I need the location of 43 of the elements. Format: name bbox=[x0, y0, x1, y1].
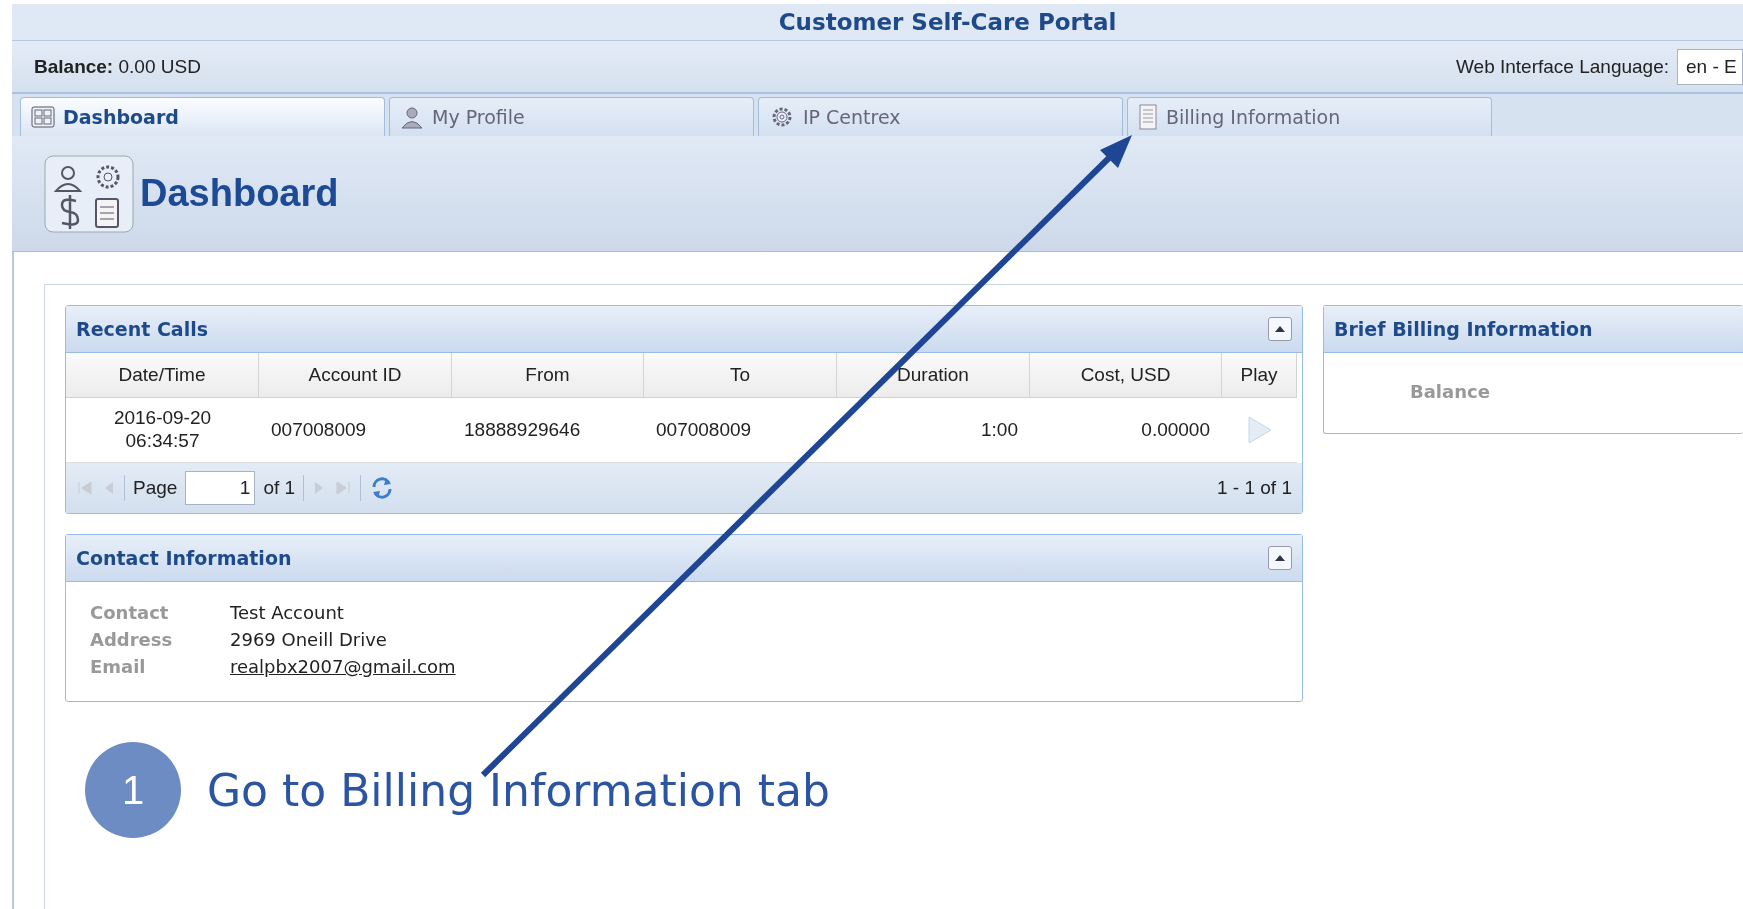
column-header[interactable]: Play bbox=[1222, 353, 1297, 398]
caret-icon bbox=[1275, 326, 1285, 332]
column-header[interactable]: To bbox=[644, 353, 837, 398]
language-label: Web Interface Language: bbox=[1455, 55, 1669, 78]
field-value: Test Account bbox=[230, 602, 345, 623]
grid-icon bbox=[31, 106, 55, 128]
dashboard-icon bbox=[44, 154, 134, 233]
column-header[interactable]: Cost, USD bbox=[1030, 353, 1222, 398]
portal-title: Customer Self-Care Portal bbox=[778, 8, 1117, 37]
field-label: Contact bbox=[90, 602, 170, 623]
step-number: 1 bbox=[85, 742, 181, 838]
tab[interactable]: My Profile bbox=[389, 97, 754, 136]
field-label: Email bbox=[90, 656, 147, 677]
column-header[interactable]: Date/Time bbox=[66, 353, 259, 398]
person-icon bbox=[400, 105, 424, 129]
email-link[interactable]: realpbx2007@gmail.com bbox=[230, 656, 456, 677]
tab[interactable]: IP Centrex bbox=[758, 97, 1123, 136]
caret-icon bbox=[1275, 555, 1285, 561]
collapse-button[interactable] bbox=[1268, 317, 1292, 341]
first-page-icon[interactable] bbox=[76, 479, 94, 497]
balance-text: Balance: 0.00 USD bbox=[34, 55, 201, 78]
tab[interactable]: Billing Information bbox=[1127, 97, 1492, 136]
page-label: Page bbox=[133, 477, 178, 499]
document-icon bbox=[1138, 104, 1158, 130]
panel-title: Contact Information bbox=[76, 547, 292, 569]
panel-title: Brief Billing Information bbox=[1334, 318, 1593, 340]
page-count: of 1 bbox=[263, 477, 296, 499]
page-input[interactable]: 1 bbox=[185, 471, 256, 505]
collapse-button[interactable] bbox=[1268, 546, 1292, 570]
field-value: 2969 Oneill Drive bbox=[230, 629, 388, 650]
play-icon[interactable] bbox=[1246, 415, 1273, 445]
field-label: Balance bbox=[1410, 381, 1490, 402]
instruction-text: Go to Billing Information tab bbox=[207, 764, 830, 816]
column-header[interactable]: Duration bbox=[837, 353, 1030, 398]
page-title: Dashboard bbox=[140, 172, 339, 215]
field-label: Address bbox=[90, 629, 174, 650]
tab[interactable]: Dashboard bbox=[20, 97, 385, 136]
column-header[interactable]: From bbox=[452, 353, 644, 398]
paging-summary: 1 - 1 of 1 bbox=[1217, 477, 1292, 499]
language-select[interactable]: en - E bbox=[1677, 48, 1743, 85]
panel-title: Recent Calls bbox=[76, 318, 208, 340]
column-header[interactable]: Account ID bbox=[259, 353, 452, 398]
last-page-icon[interactable] bbox=[334, 479, 353, 497]
